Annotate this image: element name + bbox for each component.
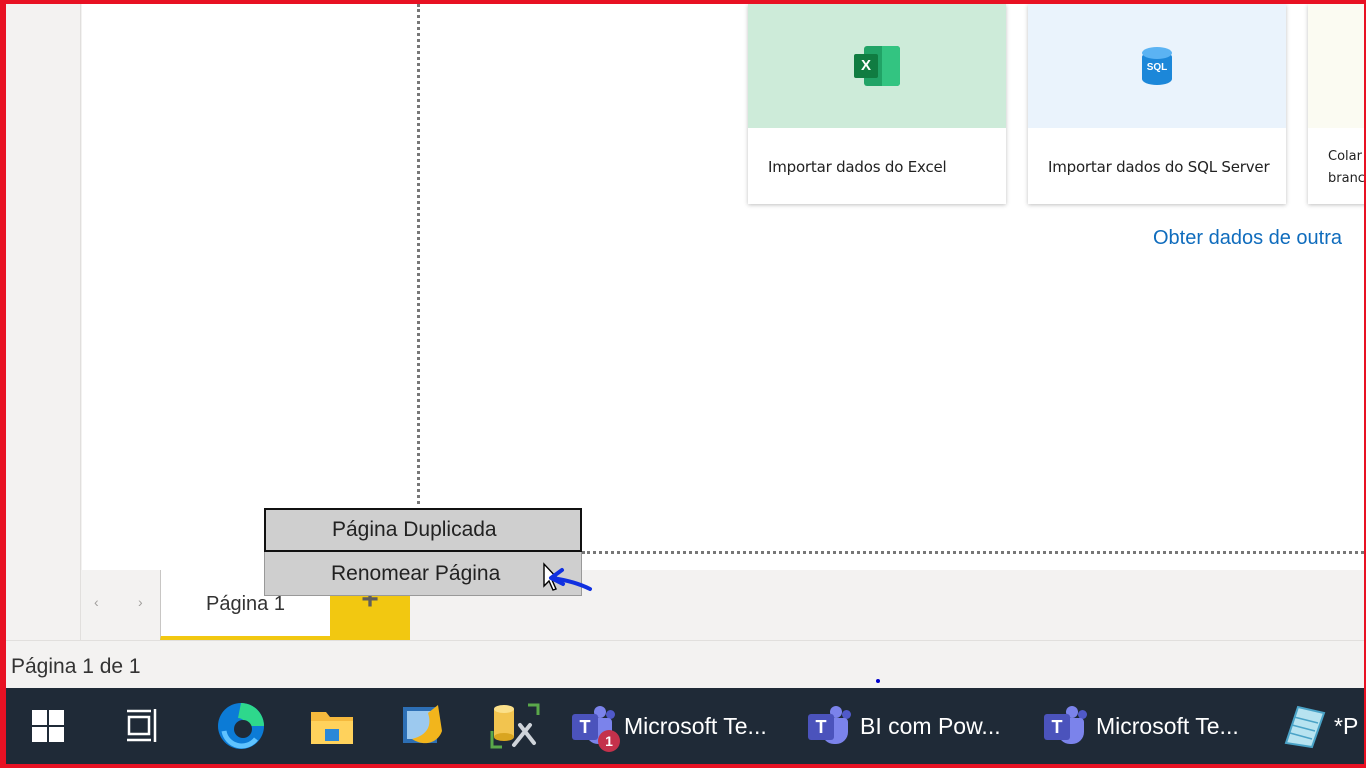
page-count-status: Página 1 de 1 bbox=[11, 655, 141, 678]
taskbar-app-label: Microsoft Te... bbox=[1096, 712, 1239, 739]
start-button[interactable] bbox=[30, 688, 66, 764]
notepad-icon bbox=[1284, 705, 1326, 749]
import-excel-card[interactable]: X Importar dados do Excel bbox=[748, 4, 1006, 204]
notification-badge: 1 bbox=[598, 730, 620, 752]
power-bi-report-builder-icon bbox=[403, 705, 442, 744]
teams-taskbar-button-3[interactable]: T Microsoft Te... bbox=[1044, 688, 1239, 764]
sql-server-icon: SQL bbox=[1142, 47, 1172, 85]
windows-taskbar: T 1 Microsoft Te... T BI com Pow... T Mi… bbox=[6, 688, 1364, 764]
power-bi-window: X Importar dados do Excel SQL Importar d… bbox=[6, 4, 1364, 764]
file-explorer-icon bbox=[311, 712, 353, 744]
database-tools-icon bbox=[490, 703, 540, 749]
windows-start-icon bbox=[32, 710, 64, 742]
status-bar: Página 1 de 1 bbox=[6, 640, 1364, 688]
teams-icon: T bbox=[1044, 706, 1090, 746]
import-excel-label: Importar dados do Excel bbox=[768, 158, 947, 176]
taskbar-app-label: BI com Pow... bbox=[860, 712, 1001, 739]
teams-taskbar-button-1[interactable]: T 1 Microsoft Te... bbox=[572, 688, 767, 764]
left-rail bbox=[6, 4, 81, 640]
next-page-arrow-icon[interactable]: › bbox=[138, 594, 143, 610]
task-view-button[interactable] bbox=[126, 688, 162, 764]
paste-data-card[interactable]: Colar branc bbox=[1308, 4, 1364, 204]
import-sql-server-label: Importar dados do SQL Server bbox=[1048, 158, 1270, 176]
notepad-taskbar-button[interactable]: *P bbox=[1282, 688, 1358, 764]
paste-data-label: Colar branc bbox=[1328, 149, 1364, 186]
edge-icon bbox=[218, 703, 264, 749]
file-explorer-taskbar-button[interactable] bbox=[308, 688, 356, 764]
menu-item-rename-page[interactable]: Renomear Página bbox=[264, 552, 582, 596]
report-builder-taskbar-button[interactable] bbox=[398, 688, 448, 764]
canvas-boundary-vertical bbox=[417, 4, 420, 504]
database-tools-taskbar-button[interactable] bbox=[490, 688, 540, 764]
menu-item-duplicate-page[interactable]: Página Duplicada bbox=[264, 508, 582, 552]
taskbar-app-label: *P bbox=[1334, 712, 1359, 739]
blue-dot-marker bbox=[876, 679, 880, 683]
excel-icon: X bbox=[854, 46, 900, 86]
annotation-arrow-icon bbox=[543, 562, 592, 591]
report-canvas[interactable]: X Importar dados do Excel SQL Importar d… bbox=[82, 4, 1364, 570]
get-data-other-sources-link[interactable]: Obter dados de outra bbox=[1153, 227, 1342, 250]
sql-card-thumbnail: SQL bbox=[1028, 4, 1286, 128]
paste-card-thumbnail bbox=[1308, 4, 1364, 128]
edge-taskbar-button[interactable] bbox=[216, 688, 266, 764]
teams-icon: T bbox=[808, 706, 854, 746]
teams-taskbar-button-2[interactable]: T BI com Pow... bbox=[808, 688, 1001, 764]
taskbar-app-label: Microsoft Te... bbox=[624, 712, 767, 739]
teams-icon: T 1 bbox=[572, 706, 620, 752]
task-view-icon bbox=[127, 709, 157, 742]
canvas-boundary-horizontal bbox=[582, 551, 1364, 554]
excel-card-thumbnail: X bbox=[748, 4, 1006, 128]
import-sql-server-card[interactable]: SQL Importar dados do SQL Server bbox=[1028, 4, 1286, 204]
excel-badge: X bbox=[854, 54, 878, 78]
page-context-menu: Página Duplicada Renomear Página bbox=[264, 508, 582, 596]
previous-page-arrow-icon[interactable]: ‹ bbox=[94, 594, 99, 610]
